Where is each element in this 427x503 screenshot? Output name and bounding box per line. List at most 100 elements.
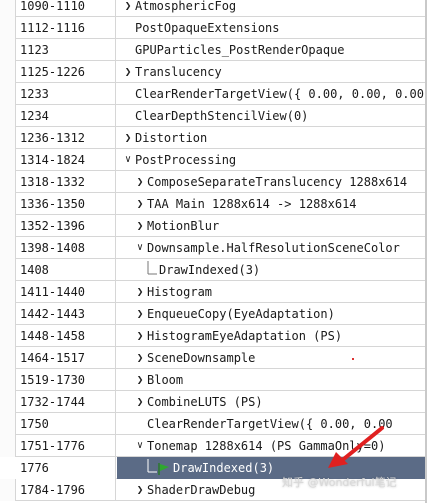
event-name-label: ClearDepthStencilView(0) bbox=[135, 109, 309, 123]
chevron-right-icon[interactable]: ❯ bbox=[123, 0, 133, 12]
flag-icon bbox=[157, 461, 171, 475]
event-id-cell: 1125-1226 bbox=[0, 61, 116, 83]
event-name-cell[interactable]: PostOpaqueExtensions bbox=[117, 17, 427, 39]
tree-row[interactable]: 1318-1332 ❯ ComposeSeparateTranslucency 12… bbox=[0, 171, 427, 193]
chevron-down-icon[interactable]: ∨ bbox=[135, 440, 145, 452]
event-name-label: EnqueueCopy(EyeAdaptation) bbox=[147, 307, 335, 321]
event-name-label: ClearRenderTargetView({ 0.00, 0.00, 0.00 bbox=[135, 87, 424, 101]
chevron-right-icon[interactable]: ❯ bbox=[135, 484, 145, 496]
event-name-cell[interactable]: DrawIndexed(3) bbox=[117, 259, 427, 281]
event-name-label: Downsample.HalfResolutionSceneColor bbox=[147, 241, 400, 255]
chevron-right-icon[interactable]: ❯ bbox=[135, 286, 145, 298]
event-name-label: Histogram bbox=[147, 285, 213, 299]
event-name-label: PostProcessing bbox=[135, 153, 237, 167]
event-name-label: PostOpaqueExtensions bbox=[135, 21, 280, 35]
event-name-label: ComposeSeparateTranslucency 1288x614 bbox=[147, 175, 408, 189]
tree-row[interactable]: 1236-1312 ❯ Distortion bbox=[0, 127, 427, 149]
event-name-label: GPUParticles_PostRenderOpaque bbox=[135, 43, 345, 57]
tree-row[interactable]: 1125-1226 ❯ Translucency bbox=[0, 61, 427, 83]
event-name-label: CombineLUTS (PS) bbox=[147, 395, 263, 409]
event-name-label: DrawIndexed(3) bbox=[159, 263, 261, 277]
event-name-cell[interactable]: ❯ EnqueueCopy(EyeAdaptation) bbox=[117, 303, 427, 325]
tree-row[interactable]: 1233 ClearRenderTargetView({ 0.00, 0.00, … bbox=[0, 83, 427, 105]
event-name-cell[interactable]: ClearDepthStencilView(0) bbox=[117, 105, 427, 127]
tree-row[interactable]: 1123 GPUParticles_PostRenderOpaque bbox=[0, 39, 427, 61]
tree-row[interactable]: 1398-1408 ∨ Downsample.HalfResolutionScene… bbox=[0, 237, 427, 259]
chevron-right-icon[interactable]: ❯ bbox=[135, 330, 145, 342]
event-name-label: AtmosphericFog bbox=[135, 0, 237, 13]
event-name-label: HistogramEyeAdaptation (PS) bbox=[147, 329, 343, 343]
event-name-cell[interactable]: ❯ Translucency bbox=[117, 61, 427, 83]
event-id-cell: 1318-1332 bbox=[0, 171, 116, 193]
event-id-cell: 1750 bbox=[0, 413, 116, 435]
event-name-label: Translucency bbox=[135, 65, 222, 79]
chevron-right-icon[interactable]: ❯ bbox=[123, 132, 133, 144]
event-id-cell: 1732-1744 bbox=[0, 391, 116, 413]
event-name-cell[interactable]: ❯ Distortion bbox=[117, 127, 427, 149]
event-id-cell: 1751-1776 bbox=[0, 435, 116, 457]
event-name-cell[interactable]: ❯ AtmosphericFog bbox=[117, 0, 427, 17]
chevron-right-icon[interactable]: ❯ bbox=[135, 374, 145, 386]
event-name-cell[interactable]: ❯ HistogramEyeAdaptation (PS) bbox=[117, 325, 427, 347]
event-id-cell: 1336-1350 bbox=[0, 193, 116, 215]
event-name-cell[interactable]: ❯ Histogram bbox=[117, 281, 427, 303]
chevron-right-icon[interactable]: ❯ bbox=[135, 198, 145, 210]
tree-row[interactable]: 1442-1443 ❯ EnqueueCopy(EyeAdaptation) bbox=[0, 303, 427, 325]
event-name-label: Bloom bbox=[147, 373, 184, 387]
event-name-cell[interactable]: GPUParticles_PostRenderOpaque bbox=[117, 39, 427, 61]
event-id-cell: 1352-1396 bbox=[0, 215, 116, 237]
tree-row[interactable]: 1448-1458 ❯ HistogramEyeAdaptation (PS) bbox=[0, 325, 427, 347]
tree-row[interactable]: 1411-1440 ❯ Histogram bbox=[0, 281, 427, 303]
event-name-label: TAA Main 1288x614 -> 1288x614 bbox=[147, 197, 357, 211]
tree-row[interactable]: 1408 DrawIndexed(3) bbox=[0, 259, 427, 281]
chevron-right-icon[interactable]: ❯ bbox=[135, 352, 145, 364]
tree-connector bbox=[145, 259, 159, 281]
event-name-label: ShaderDrawDebug bbox=[147, 483, 256, 497]
event-name-cell[interactable]: ClearRenderTargetView({ 0.00, 0.00, 0.00 bbox=[117, 83, 427, 105]
event-name-label: Distortion bbox=[135, 131, 208, 145]
event-id-cell: 1398-1408 bbox=[0, 237, 116, 259]
event-id-cell: 1112-1116 bbox=[0, 17, 116, 39]
event-name-cell[interactable]: ∨ Downsample.HalfResolutionSceneColor bbox=[117, 237, 427, 259]
event-name-cell[interactable]: ❯ Bloom bbox=[117, 369, 427, 391]
event-id-cell: 1408 bbox=[0, 259, 116, 281]
chevron-right-icon[interactable]: ❯ bbox=[135, 176, 145, 188]
annotation-arrow bbox=[328, 426, 384, 468]
event-name-label: MotionBlur bbox=[147, 219, 220, 233]
event-id-cell: 1448-1458 bbox=[0, 325, 116, 347]
event-name-cell[interactable]: ❯ CombineLUTS (PS) bbox=[117, 391, 427, 413]
tree-row[interactable]: 1234 ClearDepthStencilView(0) bbox=[0, 105, 427, 127]
chevron-right-icon[interactable]: ❯ bbox=[135, 396, 145, 408]
tree-row[interactable]: 1112-1116 PostOpaqueExtensions bbox=[0, 17, 427, 39]
event-id-cell: 1236-1312 bbox=[0, 127, 116, 149]
chevron-right-icon[interactable]: ❯ bbox=[135, 220, 145, 232]
event-id-cell: 1123 bbox=[0, 39, 116, 61]
tree-row[interactable]: 1464-1517 ❯ SceneDownsample bbox=[0, 347, 427, 369]
chevron-down-icon[interactable]: ∨ bbox=[123, 154, 133, 166]
tree-row[interactable]: 1732-1744 ❯ CombineLUTS (PS) bbox=[0, 391, 427, 413]
tree-row[interactable]: 1336-1350 ❯ TAA Main 1288x614 -> 1288x614 bbox=[0, 193, 427, 215]
event-name-label: SceneDownsample bbox=[147, 351, 256, 365]
event-id-cell: 1411-1440 bbox=[0, 281, 116, 303]
chevron-right-icon[interactable]: ❯ bbox=[135, 308, 145, 320]
event-name-cell[interactable]: ∨ PostProcessing bbox=[117, 149, 427, 171]
chevron-down-icon[interactable]: ∨ bbox=[135, 242, 145, 254]
event-name-cell[interactable]: ❯ MotionBlur bbox=[117, 215, 427, 237]
event-name-cell[interactable]: ❯ SceneDownsample bbox=[117, 347, 427, 369]
tree-row[interactable]: 1519-1730 ❯ Bloom bbox=[0, 369, 427, 391]
tree-row[interactable]: 1352-1396 ❯ MotionBlur bbox=[0, 215, 427, 237]
event-name-cell[interactable]: ❯ ComposeSeparateTranslucency 1288x614 bbox=[117, 171, 427, 193]
event-id-cell: 1784-1796 bbox=[0, 479, 116, 501]
watermark: 知乎 @Wonderful笔记 bbox=[282, 476, 397, 489]
tree-row[interactable]: 1314-1824 ∨ PostProcessing bbox=[0, 149, 427, 171]
event-id-cell: 1233 bbox=[0, 83, 116, 105]
event-name-label: DrawIndexed(3) bbox=[173, 461, 275, 475]
chevron-right-icon[interactable]: ❯ bbox=[123, 66, 133, 78]
stray-red-dot bbox=[352, 358, 354, 360]
event-id-cell: 1776 bbox=[0, 457, 116, 479]
event-name-cell[interactable]: ❯ TAA Main 1288x614 -> 1288x614 bbox=[117, 193, 427, 215]
tree-row[interactable]: 1090-1110 ❯ AtmosphericFog bbox=[0, 0, 427, 17]
event-id-cell: 1090-1110 bbox=[0, 0, 116, 17]
event-id-cell: 1519-1730 bbox=[0, 369, 116, 391]
event-id-cell: 1314-1824 bbox=[0, 149, 116, 171]
